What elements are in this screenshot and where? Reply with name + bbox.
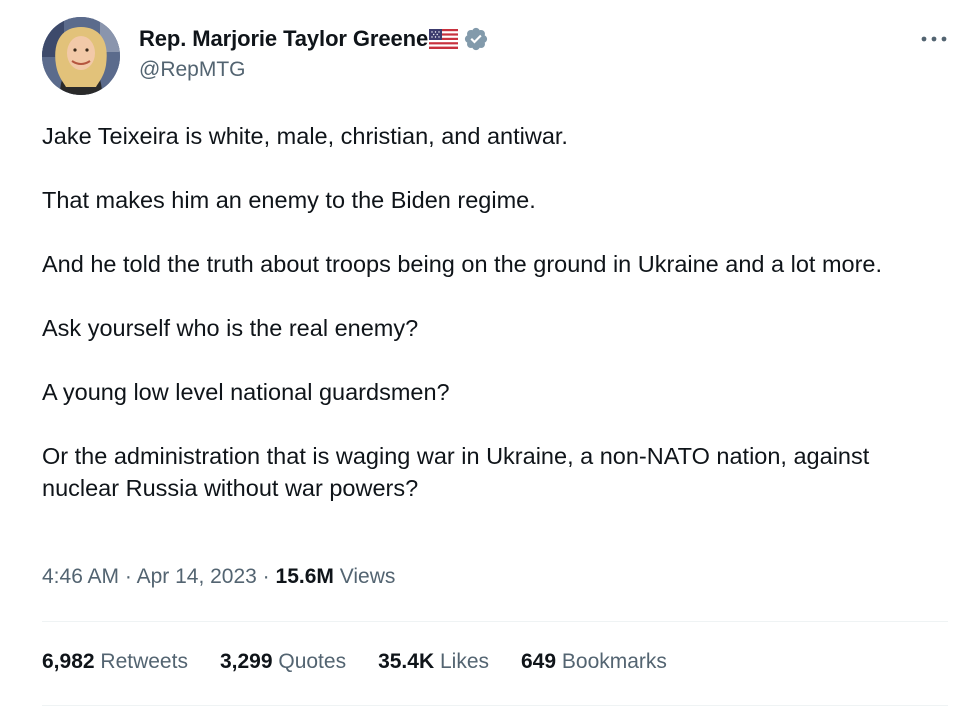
- more-options-button[interactable]: [914, 24, 954, 54]
- tweet-paragraph: A young low level national guardsmen?: [42, 379, 450, 405]
- author-display-name[interactable]: Rep. Marjorie Taylor Greene: [139, 26, 428, 52]
- author-name-row: Rep. Marjorie Taylor Greene: [139, 25, 489, 53]
- quotes-count: 3,299: [219, 650, 273, 673]
- divider: [42, 621, 948, 622]
- divider: [42, 705, 948, 706]
- tweet-paragraph: Jake Teixeira is white, male, christian,…: [42, 123, 568, 149]
- engagement-stats: 6,982 Retweets 3,299 Quotes 35.4K Likes …: [42, 650, 699, 674]
- meta-separator: ·: [119, 565, 137, 588]
- author-avatar[interactable]: [42, 17, 120, 95]
- likes-label: Likes: [439, 650, 489, 673]
- likes-count: 35.4K: [378, 650, 435, 673]
- tweet-paragraph: And he told the truth about troops being…: [42, 251, 883, 277]
- meta-separator: ·: [256, 565, 276, 588]
- retweets-label: Retweets: [100, 650, 188, 673]
- likes-stat-link[interactable]: 35.4K Likes: [378, 650, 489, 674]
- profile-photo-icon: [42, 17, 120, 95]
- views-count: 15.6M: [275, 565, 334, 588]
- author-handle[interactable]: @RepMTG: [139, 58, 246, 82]
- bookmarks-label: Bookmarks: [561, 650, 667, 673]
- tweet-paragraph: Ask yourself who is the real enemy?: [42, 315, 419, 341]
- ellipsis-icon: [921, 36, 947, 42]
- tweet-card: Rep. Marjorie Taylor Greene @RepMTG Jake…: [0, 0, 968, 708]
- tweet-paragraph: Or the administration that is waging war…: [42, 443, 870, 501]
- tweet-paragraph: That makes him an enemy to the Biden reg…: [42, 187, 536, 213]
- retweets-stat-link[interactable]: 6,982 Retweets: [42, 650, 188, 674]
- tweet-date: Apr 14, 2023: [136, 565, 257, 588]
- bookmarks-count: 649: [521, 650, 557, 673]
- tweet-time: 4:46 AM: [42, 565, 120, 588]
- tweet-timestamp-link[interactable]: 4:46 AM · Apr 14, 2023: [42, 565, 257, 588]
- bookmarks-stat-link[interactable]: 649 Bookmarks: [521, 650, 667, 674]
- tweet-text: Jake Teixeira is white, male, christian,…: [42, 120, 942, 504]
- views-label: Views: [339, 565, 396, 588]
- retweets-count: 6,982: [42, 650, 95, 673]
- us-flag-icon: [429, 29, 459, 49]
- tweet-metadata: 4:46 AM · Apr 14, 2023 · 15.6M Views: [42, 565, 395, 589]
- quotes-label: Quotes: [278, 650, 347, 673]
- verified-badge-icon[interactable]: [463, 26, 489, 52]
- quotes-stat-link[interactable]: 3,299 Quotes: [220, 650, 346, 674]
